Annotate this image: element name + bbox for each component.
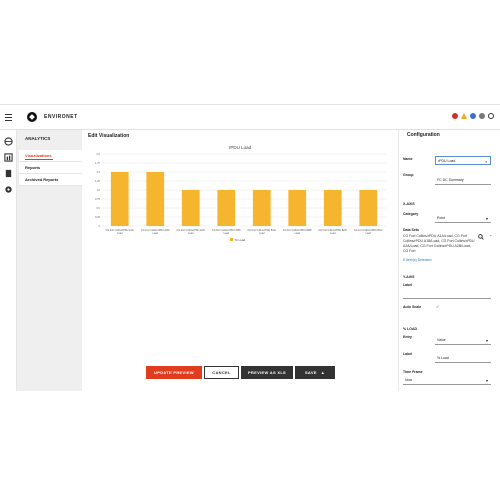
x-tick-label: CG Fort Collins/rPDU B2B/Load: [283, 229, 312, 235]
chevron-up-icon: ▲: [320, 370, 326, 375]
sidebar-item-reports[interactable]: Reports: [19, 162, 82, 174]
brand-logo-icon: [27, 112, 37, 122]
name-label: Name: [403, 157, 413, 161]
configuration-panel: Configuration Name rPDU Load ▪ Group FC …: [398, 130, 500, 391]
warning-icon[interactable]: [461, 113, 467, 119]
user-icon[interactable]: [488, 113, 494, 119]
label2-field[interactable]: % Load: [435, 354, 491, 363]
y-tick-label: 2.0: [96, 152, 100, 156]
analytics-sidebar: ANALYTICS Visualizations Reports Archive…: [17, 130, 82, 391]
menu-icon[interactable]: [5, 109, 21, 125]
autoscale-checkbox[interactable]: ✓: [436, 304, 439, 309]
legend-swatch: [230, 238, 233, 241]
y-tick-label: 0.75: [95, 197, 101, 201]
caret-down-icon: ▾: [485, 216, 488, 221]
update-preview-button[interactable]: UPDATE PREVIEW: [146, 366, 202, 379]
y-tick-label: 0: [99, 224, 101, 228]
info-icon[interactable]: [470, 113, 476, 119]
x-tick-label: CG Fort Collins/rPDU A1A/Load: [105, 229, 134, 235]
gear-icon[interactable]: [4, 185, 13, 194]
name-value: rPDU Load: [438, 159, 456, 163]
save-button[interactable]: SAVE ▲: [295, 366, 335, 379]
app-window: ENVIRONET ANALYTICS Visualizations Repor…: [0, 104, 500, 391]
top-icons: [452, 113, 494, 119]
category-select[interactable]: Point ▾: [435, 214, 491, 223]
sidebar-item-visualizations[interactable]: Visualizations: [19, 150, 82, 162]
bar: [288, 190, 307, 226]
y-tick-label: 1.75: [95, 161, 101, 165]
building-icon[interactable]: [4, 169, 13, 178]
timeframe-select[interactable]: Now ▾: [403, 376, 491, 385]
brand-name: ENVIRONET: [44, 114, 78, 120]
icon-rail: [0, 130, 17, 391]
entry-value: Value: [437, 338, 446, 342]
items-selected-link[interactable]: 8 Item(s) Selected: [403, 258, 431, 262]
pct-load-heading: % LOAD: [403, 327, 417, 331]
bar: [359, 190, 378, 226]
bar: [110, 172, 129, 226]
help-icon[interactable]: [479, 113, 485, 119]
label2-label: Label: [403, 352, 413, 356]
bar: [146, 172, 165, 226]
top-bar: ENVIRONET: [0, 105, 500, 130]
autoscale-label: Auto Scale: [403, 305, 422, 309]
bar: [181, 190, 200, 226]
x-tick-label: CG Fort Collins/rPDU B1A/Load: [247, 229, 276, 235]
caret-down-icon: ▾: [485, 378, 488, 383]
legend-label: % Load: [235, 238, 246, 242]
entry-label: Entry: [403, 335, 412, 339]
x-tick-label: CG Fort Collins/rPDU B2A/Load: [318, 229, 347, 235]
cancel-button[interactable]: CANCEL: [204, 366, 239, 379]
expand-icon[interactable]: ⌃: [489, 234, 492, 239]
ylabel-label: Label: [403, 283, 413, 287]
search-icon[interactable]: [478, 234, 484, 240]
chart-title: rPDU Load: [229, 145, 252, 150]
y-tick-label: 0.5: [96, 206, 100, 210]
save-label: SAVE: [304, 370, 317, 375]
y-tick-label: 1.0: [96, 188, 100, 192]
x-tick-label: CG Fort Collins/rPDU A2B/Load: [212, 229, 241, 235]
main-panel: Edit Visualization rPDU Load 2.0 1.75 1.5 1.…: [82, 130, 398, 391]
bar: [252, 190, 271, 226]
name-field[interactable]: rPDU Load ▪: [435, 156, 491, 165]
chart-icon[interactable]: [4, 153, 13, 162]
group-label: Group: [403, 173, 414, 177]
entry-select[interactable]: Value ▾: [435, 336, 491, 345]
datasets-label: Data Sets: [403, 228, 419, 232]
action-buttons: UPDATE PREVIEW CANCEL PREVIEW AS XLS SAV…: [146, 366, 335, 379]
group-field[interactable]: FC DC Summary: [435, 176, 491, 185]
x-tick-label: CG Fort Collins/rPDU A1B/Load: [141, 229, 170, 235]
y-tick-label: 1.25: [95, 179, 101, 183]
preview-xls-button[interactable]: PREVIEW AS XLS: [241, 366, 293, 379]
x-tick-label: CG Fort Collins/rPDU A2A/Load: [176, 229, 205, 235]
timeframe-label: Time Frame: [403, 370, 423, 374]
category-value: Point: [437, 216, 445, 220]
xaxis-heading: X-AXIS: [403, 202, 415, 206]
x-tick-label: CG Fort Collins/rPDU B3A/Load: [354, 229, 383, 235]
caret-down-icon: ▾: [485, 338, 488, 343]
config-title: Configuration: [407, 132, 440, 138]
globe-icon[interactable]: [4, 137, 13, 146]
page-title: Edit Visualization: [88, 133, 130, 139]
sidebar-item-archived-reports[interactable]: Archived Reports: [19, 174, 82, 186]
y-tick-label: 1.5: [96, 170, 100, 174]
clear-icon[interactable]: ▪: [486, 157, 487, 166]
ylabel-field[interactable]: [403, 290, 491, 299]
bar: [217, 190, 236, 226]
datasets-value[interactable]: CG Fort Collins/rPDU A1A/Load, CG Fort C…: [403, 234, 475, 255]
bar: [323, 190, 342, 226]
y-tick-label: 0.25: [95, 215, 101, 219]
category-label: Category: [403, 212, 419, 216]
yaxis-heading: Y-AXIS: [403, 275, 415, 279]
rpdu-load-chart: rPDU Load 2.0 1.75 1.5 1.25 1.0 0.75 0.5 0.25 0 CG…: [95, 145, 386, 242]
sidebar-title: ANALYTICS: [25, 136, 51, 141]
alarm-icon[interactable]: [452, 113, 458, 119]
timeframe-value: Now: [405, 378, 413, 382]
